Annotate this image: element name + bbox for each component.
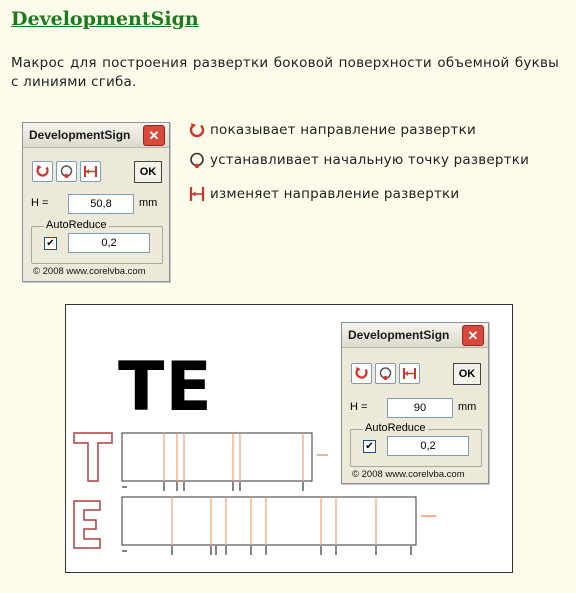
ok-button[interactable]: OK bbox=[134, 161, 162, 183]
dialog-caption-bar: DevelopmentSign ✕ bbox=[23, 123, 169, 148]
direction-show-icon bbox=[355, 367, 368, 379]
reduce-input[interactable]: 0,2 bbox=[387, 436, 469, 456]
flip-direction-button[interactable] bbox=[399, 363, 420, 384]
dialog-caption-bar: DevelopmentSign ✕ bbox=[342, 323, 488, 348]
autoreduce-checkbox[interactable]: ✔ bbox=[363, 440, 376, 453]
example-image: TE DevelopmentSign ✕ OK H = 90 mm AutoRe… bbox=[65, 304, 513, 573]
h-label: H = bbox=[350, 401, 368, 413]
h-input[interactable]: 90 bbox=[387, 398, 453, 418]
autoreduce-label: AutoReduce bbox=[363, 422, 428, 434]
page-title[interactable]: DevelopmentSign bbox=[11, 8, 199, 30]
development-sign-dialog-large: DevelopmentSign ✕ OK H = 90 mm AutoReduc… bbox=[341, 322, 489, 484]
dialog-title: DevelopmentSign bbox=[348, 328, 450, 342]
legend-text: устанавливает начальную точку развертки bbox=[210, 152, 530, 168]
flip-direction-button[interactable] bbox=[80, 161, 101, 182]
h-label: H = bbox=[31, 197, 49, 209]
copyright-text: © 2008 www.corelvba.com bbox=[33, 266, 146, 277]
flip-direction-icon bbox=[403, 368, 416, 379]
direction-show-button[interactable] bbox=[351, 363, 372, 384]
autoreduce-label: AutoReduce bbox=[44, 219, 109, 231]
close-button[interactable]: ✕ bbox=[143, 125, 165, 146]
ok-button[interactable]: OK bbox=[453, 363, 481, 385]
start-point-icon bbox=[190, 152, 204, 169]
autoreduce-checkbox[interactable]: ✔ bbox=[44, 237, 57, 250]
flip-direction-icon bbox=[84, 166, 97, 177]
h-input[interactable]: 50,8 bbox=[68, 194, 134, 214]
development-sign-dialog: DevelopmentSign ✕ OK H = 50,8 mm AutoRed… bbox=[22, 122, 170, 282]
dialog-title: DevelopmentSign bbox=[29, 128, 131, 142]
close-button[interactable]: ✕ bbox=[462, 325, 484, 346]
flip-direction-icon bbox=[189, 187, 205, 201]
start-point-icon bbox=[60, 165, 73, 178]
direction-show-button[interactable] bbox=[32, 161, 53, 182]
page-description: Макрос для построения развертки боковой … bbox=[11, 55, 559, 90]
reduce-input[interactable]: 0,2 bbox=[68, 233, 150, 253]
unit-label: mm bbox=[458, 401, 477, 413]
legend-text: изменяет направление развертки bbox=[210, 186, 460, 202]
direction-show-icon bbox=[189, 123, 205, 138]
copyright-text: © 2008 www.corelvba.com bbox=[352, 469, 465, 480]
unit-label: mm bbox=[139, 197, 158, 209]
legend-text: показывает направление развертки bbox=[210, 122, 476, 138]
start-point-button[interactable] bbox=[375, 363, 396, 384]
start-point-button[interactable] bbox=[56, 161, 77, 182]
start-point-icon bbox=[379, 367, 392, 380]
direction-show-icon bbox=[36, 165, 49, 177]
